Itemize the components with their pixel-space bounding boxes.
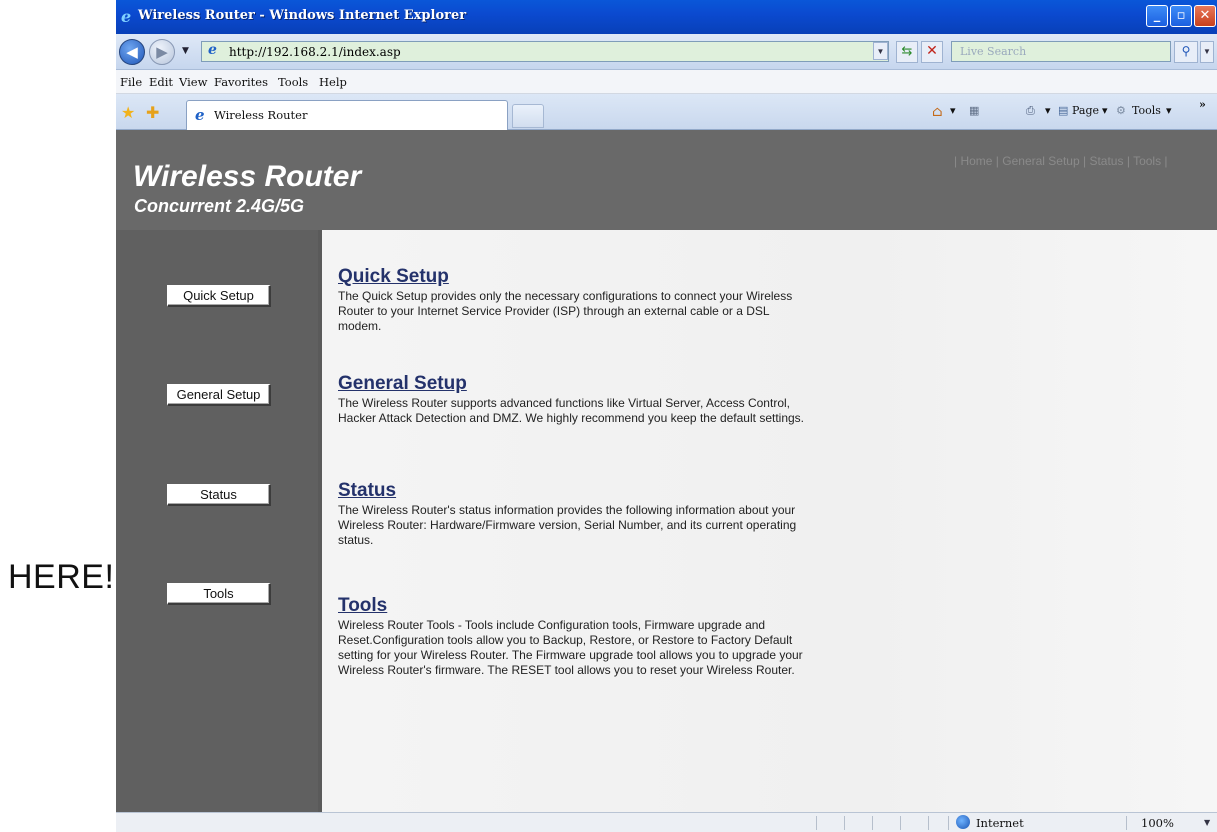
minimize-button[interactable]: _ [1146, 5, 1168, 27]
topnav-home[interactable]: Home [960, 154, 992, 168]
tab-page-icon: e [195, 106, 205, 124]
menu-file[interactable]: File [120, 75, 142, 89]
page-menu-button[interactable]: Page [1072, 104, 1099, 117]
menu-favorites[interactable]: Favorites [214, 75, 268, 89]
window-titlebar: e Wireless Router - Windows Internet Exp… [116, 0, 1217, 34]
search-icon[interactable]: ⚲ [1174, 41, 1198, 63]
status-divider [872, 816, 873, 830]
page-header: Wireless Router Concurrent 2.4G/5G | Hom… [116, 130, 1217, 230]
search-placeholder: Live Search [960, 45, 1027, 58]
general-setup-description: The Wireless Router supports advanced fu… [338, 396, 805, 425]
ie-logo-icon: e [121, 7, 132, 26]
home-icon[interactable]: ⌂ [932, 104, 943, 120]
security-zone-label: Internet [976, 816, 1024, 830]
quick-setup-link[interactable]: Quick Setup [338, 266, 808, 288]
globe-icon [956, 815, 970, 829]
feeds-icon[interactable]: ▦ [969, 104, 979, 117]
main-content: Quick Setup The Quick Setup provides onl… [322, 230, 1217, 812]
router-admin-page: Wireless Router Concurrent 2.4G/5G | Hom… [116, 130, 1217, 812]
zoom-level[interactable]: 100% [1141, 816, 1174, 830]
status-divider [816, 816, 817, 830]
menu-tools[interactable]: Tools [278, 75, 308, 89]
home-dropdown[interactable]: ▾ [950, 104, 956, 117]
section-status: Status The Wireless Router's status info… [338, 480, 808, 548]
chevron-more-icon[interactable]: » [1199, 98, 1206, 111]
quick-setup-button[interactable]: Quick Setup [167, 285, 271, 307]
menu-view[interactable]: View [179, 75, 207, 89]
menu-edit[interactable]: Edit [149, 75, 173, 89]
address-url: http://192.168.2.1/index.asp [229, 45, 401, 59]
search-options-dropdown[interactable]: ▼ [1200, 41, 1214, 63]
refresh-button[interactable]: ⇆ [896, 41, 918, 63]
search-input[interactable]: Live Search [951, 41, 1171, 62]
window-title: Wireless Router - Windows Internet Explo… [138, 8, 467, 23]
status-button[interactable]: Status [167, 484, 271, 506]
quick-setup-description: The Quick Setup provides only the necess… [338, 289, 793, 333]
recent-pages-dropdown[interactable]: ▼ [182, 46, 189, 56]
tools-description: Wireless Router Tools - Tools include Co… [338, 618, 803, 677]
status-divider [928, 816, 929, 830]
section-general-setup: General Setup The Wireless Router suppor… [338, 373, 808, 426]
print-dropdown[interactable]: ▾ [1045, 104, 1051, 117]
back-button[interactable]: ◀ [119, 39, 145, 65]
page-menu-icon: ▤ [1058, 104, 1069, 117]
status-divider [948, 816, 949, 830]
menu-bar: File Edit View Favorites Tools Help [116, 70, 1217, 94]
browser-window: e Wireless Router - Windows Internet Exp… [116, 0, 1217, 832]
tab-label: Wireless Router [214, 108, 308, 122]
page-menu-dropdown[interactable]: ▾ [1102, 104, 1108, 117]
address-field[interactable]: e http://192.168.2.1/index.asp [201, 41, 889, 62]
tools-button[interactable]: Tools [167, 583, 271, 605]
tools-menu-button[interactable]: Tools [1132, 104, 1161, 117]
topnav-status[interactable]: Status [1089, 154, 1123, 168]
new-tab-button[interactable] [512, 104, 544, 128]
menu-help[interactable]: Help [319, 75, 347, 89]
general-setup-link[interactable]: General Setup [338, 373, 808, 395]
status-divider [900, 816, 901, 830]
page-icon: e [208, 42, 217, 58]
section-tools: Tools Wireless Router Tools - Tools incl… [338, 595, 808, 678]
status-bar: Internet 100% ▼ [116, 812, 1217, 832]
status-link[interactable]: Status [338, 480, 808, 502]
zoom-dropdown[interactable]: ▼ [1204, 818, 1210, 827]
topnav-general-setup[interactable]: General Setup [1002, 154, 1079, 168]
brand-title: Wireless Router [133, 160, 362, 193]
gear-icon: ⚙ [1116, 104, 1126, 117]
address-dropdown-button[interactable]: ▼ [873, 42, 888, 60]
tools-link[interactable]: Tools [338, 595, 808, 617]
tab-wireless-router[interactable]: e Wireless Router [186, 100, 508, 130]
close-button[interactable]: ✕ [1194, 5, 1216, 27]
address-toolbar: ◀ ▶ ▼ e http://192.168.2.1/index.asp ▼ ⇆… [116, 34, 1217, 70]
top-navigation: | Home | General Setup | Status | Tools … [954, 154, 1168, 168]
annotation-here-label: HERE! [8, 558, 115, 596]
section-quick-setup: Quick Setup The Quick Setup provides onl… [338, 266, 808, 334]
brand-subtitle: Concurrent 2.4G/5G [134, 196, 305, 216]
print-icon[interactable]: ⎙ [1026, 104, 1035, 118]
stop-button[interactable]: ✕ [921, 41, 943, 63]
status-divider [844, 816, 845, 830]
general-setup-button[interactable]: General Setup [167, 384, 271, 406]
tab-bar: ★ ✚ e Wireless Router ⌂ ▾ ▦ ⎙ ▾ ▤ Page ▾… [116, 94, 1217, 130]
forward-button[interactable]: ▶ [149, 39, 175, 65]
screenshot: HERE! e Wireless Router - Windows Intern… [0, 0, 1217, 832]
add-favorites-icon[interactable]: ✚ [146, 103, 159, 122]
status-description: The Wireless Router's status information… [338, 503, 797, 547]
maximize-button[interactable]: ▫ [1170, 5, 1192, 27]
tools-menu-dropdown[interactable]: ▾ [1166, 104, 1172, 117]
topnav-tools[interactable]: Tools [1133, 154, 1161, 168]
status-divider [1126, 816, 1127, 830]
sidebar: Quick Setup General Setup Status Tools [116, 230, 322, 812]
favorites-star-icon[interactable]: ★ [121, 103, 135, 122]
